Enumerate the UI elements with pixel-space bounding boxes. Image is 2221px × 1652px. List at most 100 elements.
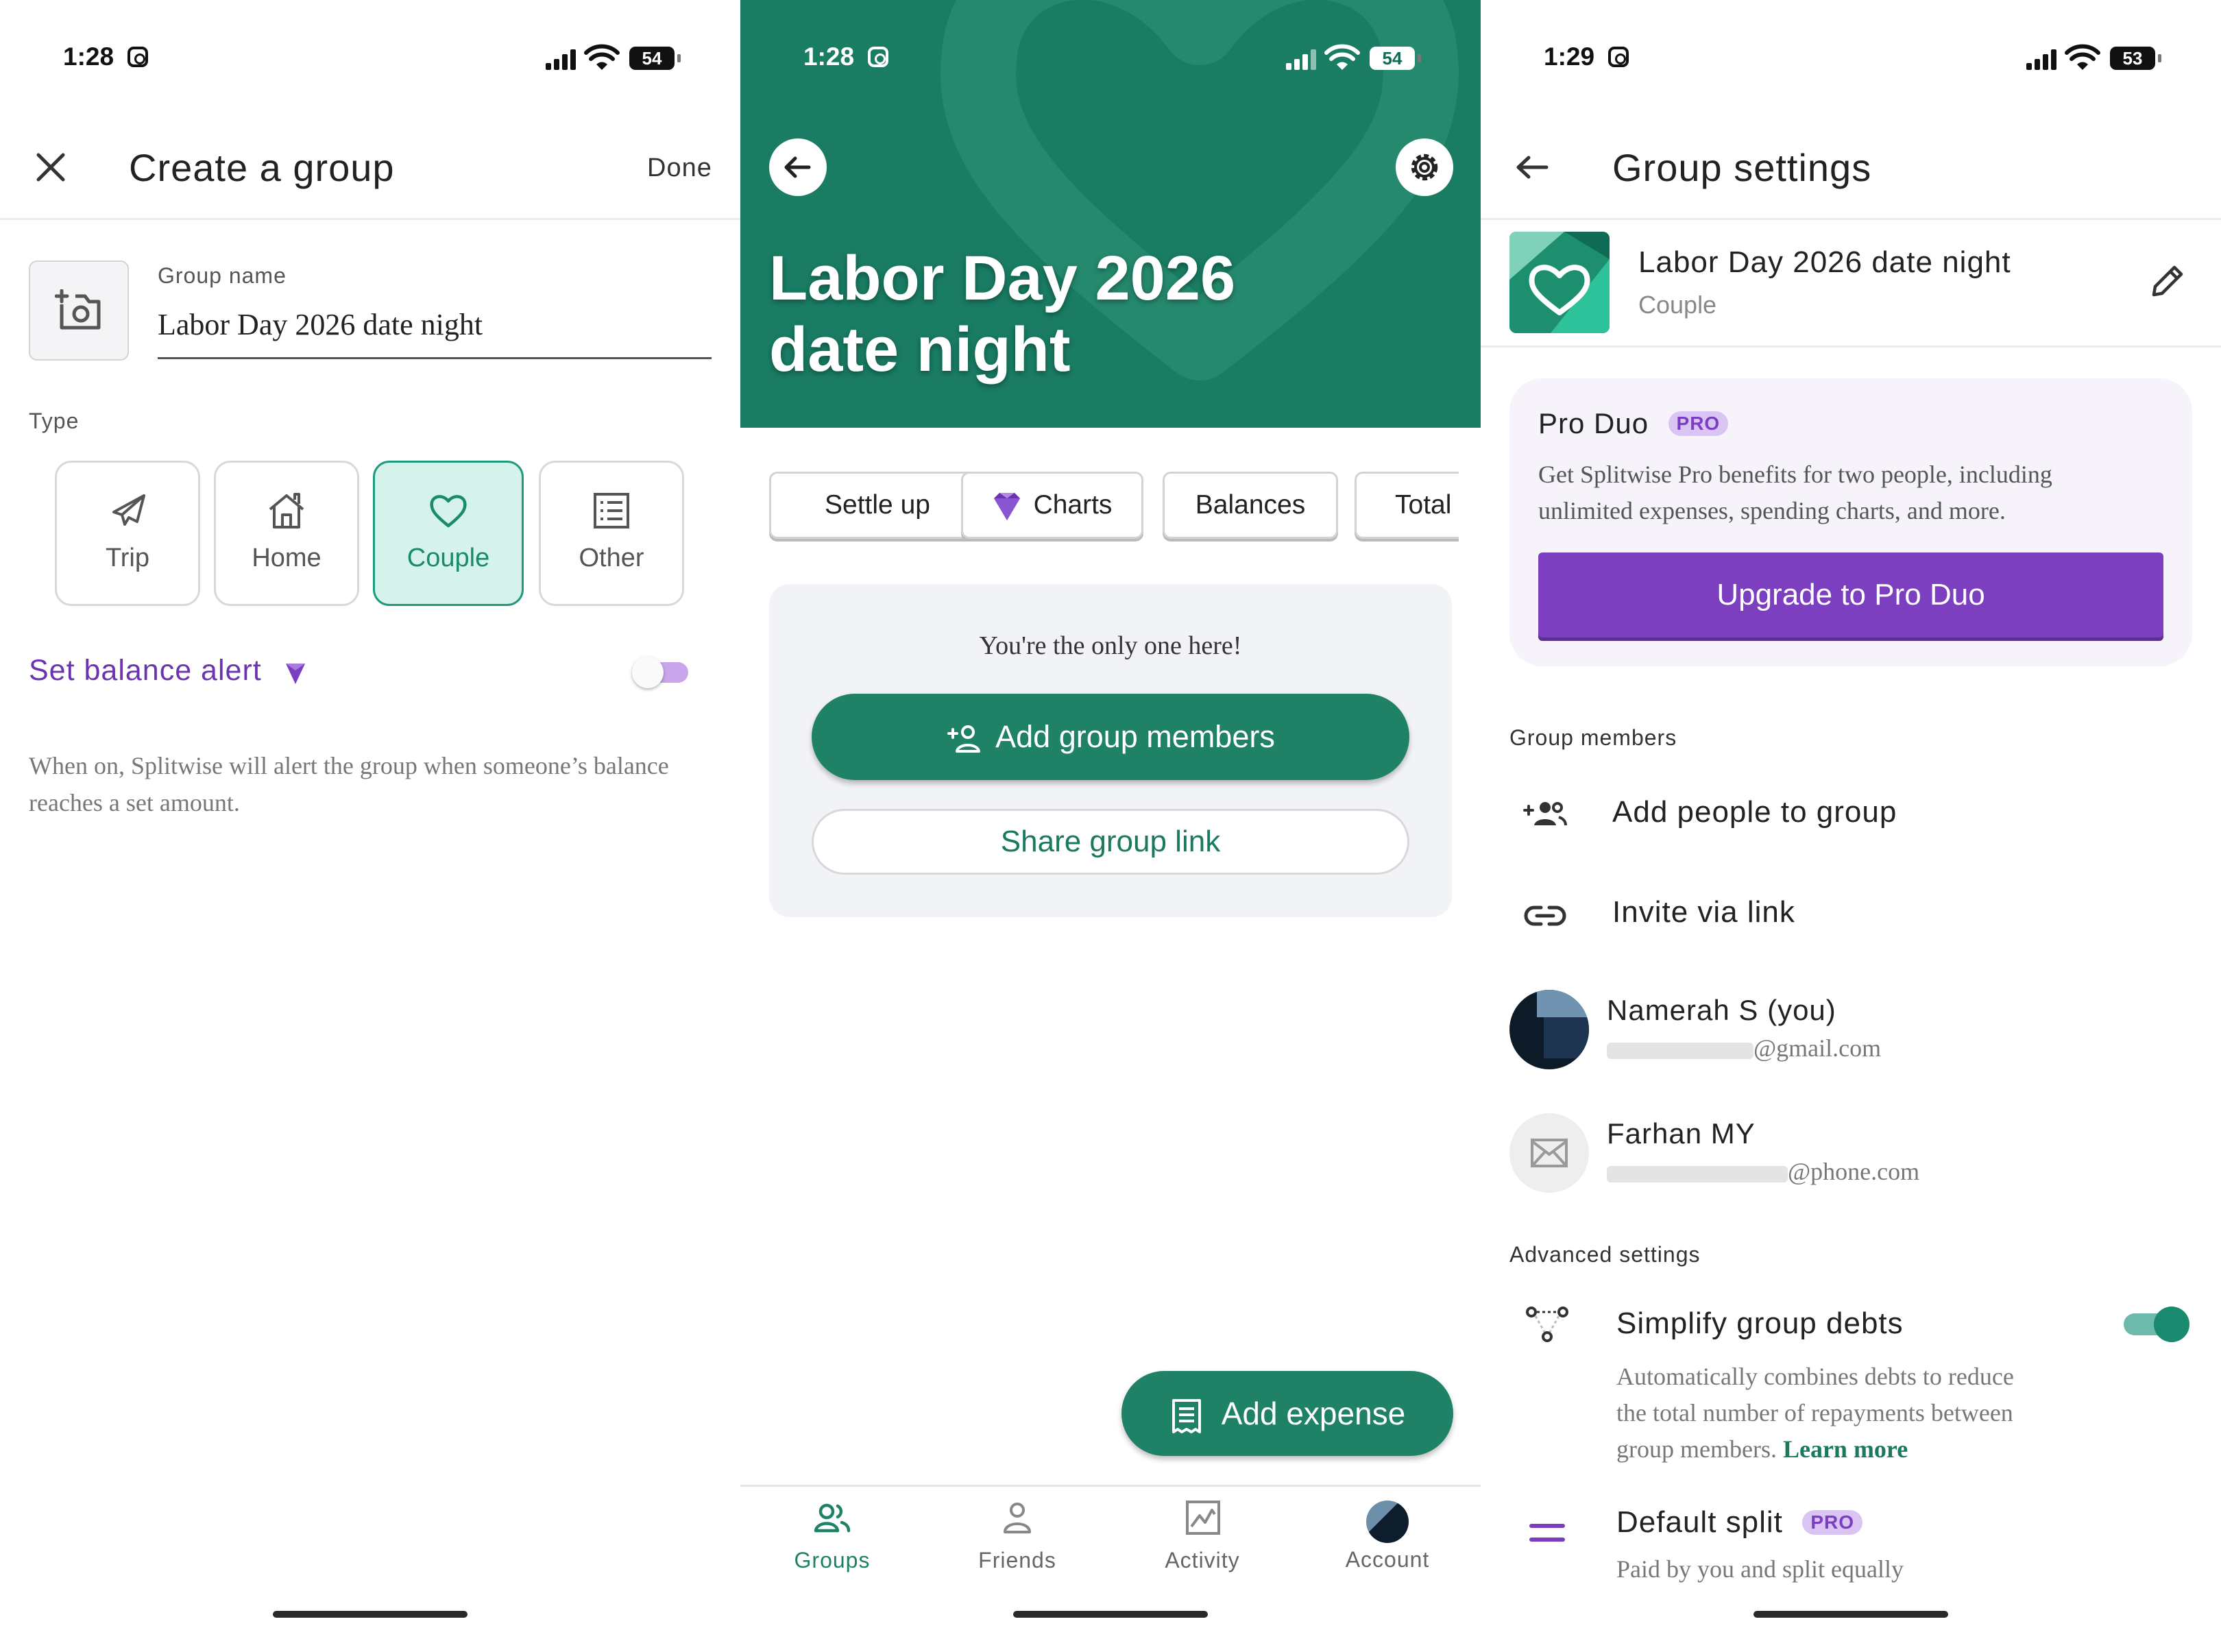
pro-badge: PRO [1668, 411, 1729, 436]
wifi-icon [584, 44, 620, 70]
group-members-heading: Group members [1509, 725, 1677, 750]
back-arrow-icon[interactable] [1515, 152, 1549, 182]
nav-account[interactable]: Account [1319, 1501, 1456, 1572]
nav-groups[interactable]: Groups [764, 1501, 901, 1573]
pro-duo-heading: Pro Duo PRO [1538, 407, 1729, 440]
learn-more-link[interactable]: Learn more [1783, 1435, 1908, 1463]
simplify-debts-label: Simplify group debts [1616, 1307, 1904, 1340]
gem-icon [286, 664, 305, 684]
add-person-icon [947, 725, 981, 753]
share-group-link-button[interactable]: Share group link [812, 809, 1409, 875]
avatar-shade [1537, 990, 1589, 1017]
back-button[interactable] [769, 138, 827, 196]
settle-up-button[interactable]: Settle up [769, 472, 986, 539]
avatar [1509, 990, 1589, 1069]
pro-duo-title: Pro Duo [1538, 407, 1649, 439]
type-option-label: Couple [406, 544, 490, 572]
pro-duo-card: Pro Duo PRO Get Splitwise Pro benefits f… [1509, 378, 2192, 666]
invite-via-link-row[interactable]: Invite via link [1481, 882, 2221, 950]
type-option-label: Home [252, 544, 321, 572]
balances-button[interactable]: Balances [1163, 472, 1338, 539]
member-email-suffix: @phone.com [1788, 1158, 1920, 1185]
nav-friends[interactable]: Friends [949, 1501, 1086, 1573]
empty-group-card: You're the only one here! Add group memb… [769, 584, 1452, 917]
type-option-other[interactable]: Other [539, 461, 684, 606]
add-expense-button[interactable]: Add expense [1121, 1371, 1453, 1456]
wifi-icon [1324, 44, 1360, 70]
charts-label: Charts [1033, 490, 1113, 520]
instagram-icon [868, 47, 888, 67]
gear-icon [1411, 154, 1438, 181]
page-title: Create a group [129, 146, 395, 189]
type-label: Type [29, 409, 80, 433]
settings-button[interactable] [1396, 138, 1453, 196]
receipt-icon [1172, 1398, 1201, 1433]
simplify-description-line: group members. [1616, 1435, 1777, 1463]
group-name: Labor Day 2026 date night [1638, 245, 2011, 279]
header-divider [1481, 218, 2221, 220]
member-name: Farhan MY [1607, 1117, 1756, 1150]
group-title-line1: Labor Day 2026 [769, 243, 1236, 313]
status-time: 1:29 [1544, 42, 1595, 71]
gem-icon [993, 492, 1020, 520]
nav-activity[interactable]: Activity [1134, 1501, 1271, 1573]
group-photo-button[interactable] [29, 260, 129, 361]
home-indicator [1753, 1611, 1948, 1618]
close-icon[interactable] [36, 152, 66, 182]
add-people-row[interactable]: Add people to group [1481, 781, 2221, 850]
member-row[interactable]: Namerah S (you) @gmail.com [1481, 983, 2221, 1079]
avatar [1366, 1501, 1409, 1543]
edit-pencil-icon[interactable] [2150, 263, 2185, 299]
group-type: Couple [1638, 291, 1717, 319]
home-indicator [1013, 1611, 1208, 1618]
signal-icon [2026, 48, 2059, 70]
type-option-label: Trip [105, 544, 150, 572]
wifi-icon [2065, 44, 2100, 70]
default-split-description: Paid by you and split equally [1616, 1555, 1904, 1583]
pro-duo-description-line: unlimited expenses, spending charts, and… [1538, 497, 2006, 524]
add-group-members-button[interactable]: Add group members [812, 694, 1409, 780]
type-option-trip[interactable]: Trip [55, 461, 200, 606]
status-time: 1:28 [63, 42, 114, 71]
group-name-label: Group name [158, 263, 287, 288]
nav-label: Activity [1165, 1548, 1240, 1572]
balance-alert-toggle[interactable] [632, 657, 690, 688]
pro-badge: PRO [1802, 1510, 1863, 1535]
default-split-label: Default split [1616, 1505, 1783, 1539]
member-row[interactable]: Farhan MY @phone.com [1481, 1106, 2221, 1202]
balances-label: Balances [1195, 490, 1306, 520]
add-group-members-label: Add group members [995, 719, 1275, 754]
type-option-couple[interactable]: Couple [373, 461, 524, 606]
list-icon [594, 493, 629, 529]
simplify-debts-toggle[interactable] [2124, 1307, 2189, 1342]
group-settings-screen: 1:29 53 Group settings Labor Day 2026 da… [1481, 0, 2221, 1652]
settle-up-label: Settle up [825, 490, 930, 520]
member-email: @gmail.com [1607, 1034, 1881, 1062]
link-icon [1524, 906, 1566, 926]
default-split-row[interactable]: Default split PRO [1616, 1505, 1863, 1540]
charts-button[interactable]: Charts [961, 472, 1143, 539]
pro-duo-description: Get Splitwise Pro benefits for two peopl… [1538, 457, 2052, 529]
advanced-settings-heading: Advanced settings [1509, 1242, 1701, 1267]
balance-alert-label: Set balance alert [29, 654, 262, 687]
done-button[interactable]: Done [647, 154, 712, 183]
equal-split-icon [1529, 1524, 1565, 1542]
tabs-scroll-fade [1459, 466, 1481, 544]
upgrade-pro-duo-button[interactable]: Upgrade to Pro Duo [1538, 552, 2163, 637]
home-indicator [273, 1611, 468, 1618]
group-detail-screen: Labor Day 2026 date night 1:28 54 Settle… [740, 0, 1481, 1652]
header-divider [0, 218, 740, 220]
type-option-home[interactable]: Home [214, 461, 359, 606]
member-email: @phone.com [1607, 1157, 1919, 1186]
upgrade-pro-duo-label: Upgrade to Pro Duo [1716, 578, 1985, 611]
envelope-icon [1531, 1139, 1568, 1167]
group-name-input[interactable]: Labor Day 2026 date night [158, 302, 712, 359]
heart-icon [430, 495, 467, 528]
bottom-navigation: Groups Friends Activity Account [740, 1485, 1481, 1652]
arrow-left-icon [784, 156, 811, 178]
create-group-screen: 1:28 54 Create a group Done Group name L… [0, 0, 740, 1652]
nav-label: Groups [794, 1548, 871, 1572]
battery-indicator: 54 [1370, 47, 1421, 70]
nav-label: Account [1345, 1547, 1430, 1572]
add-people-icon [1523, 802, 1567, 826]
